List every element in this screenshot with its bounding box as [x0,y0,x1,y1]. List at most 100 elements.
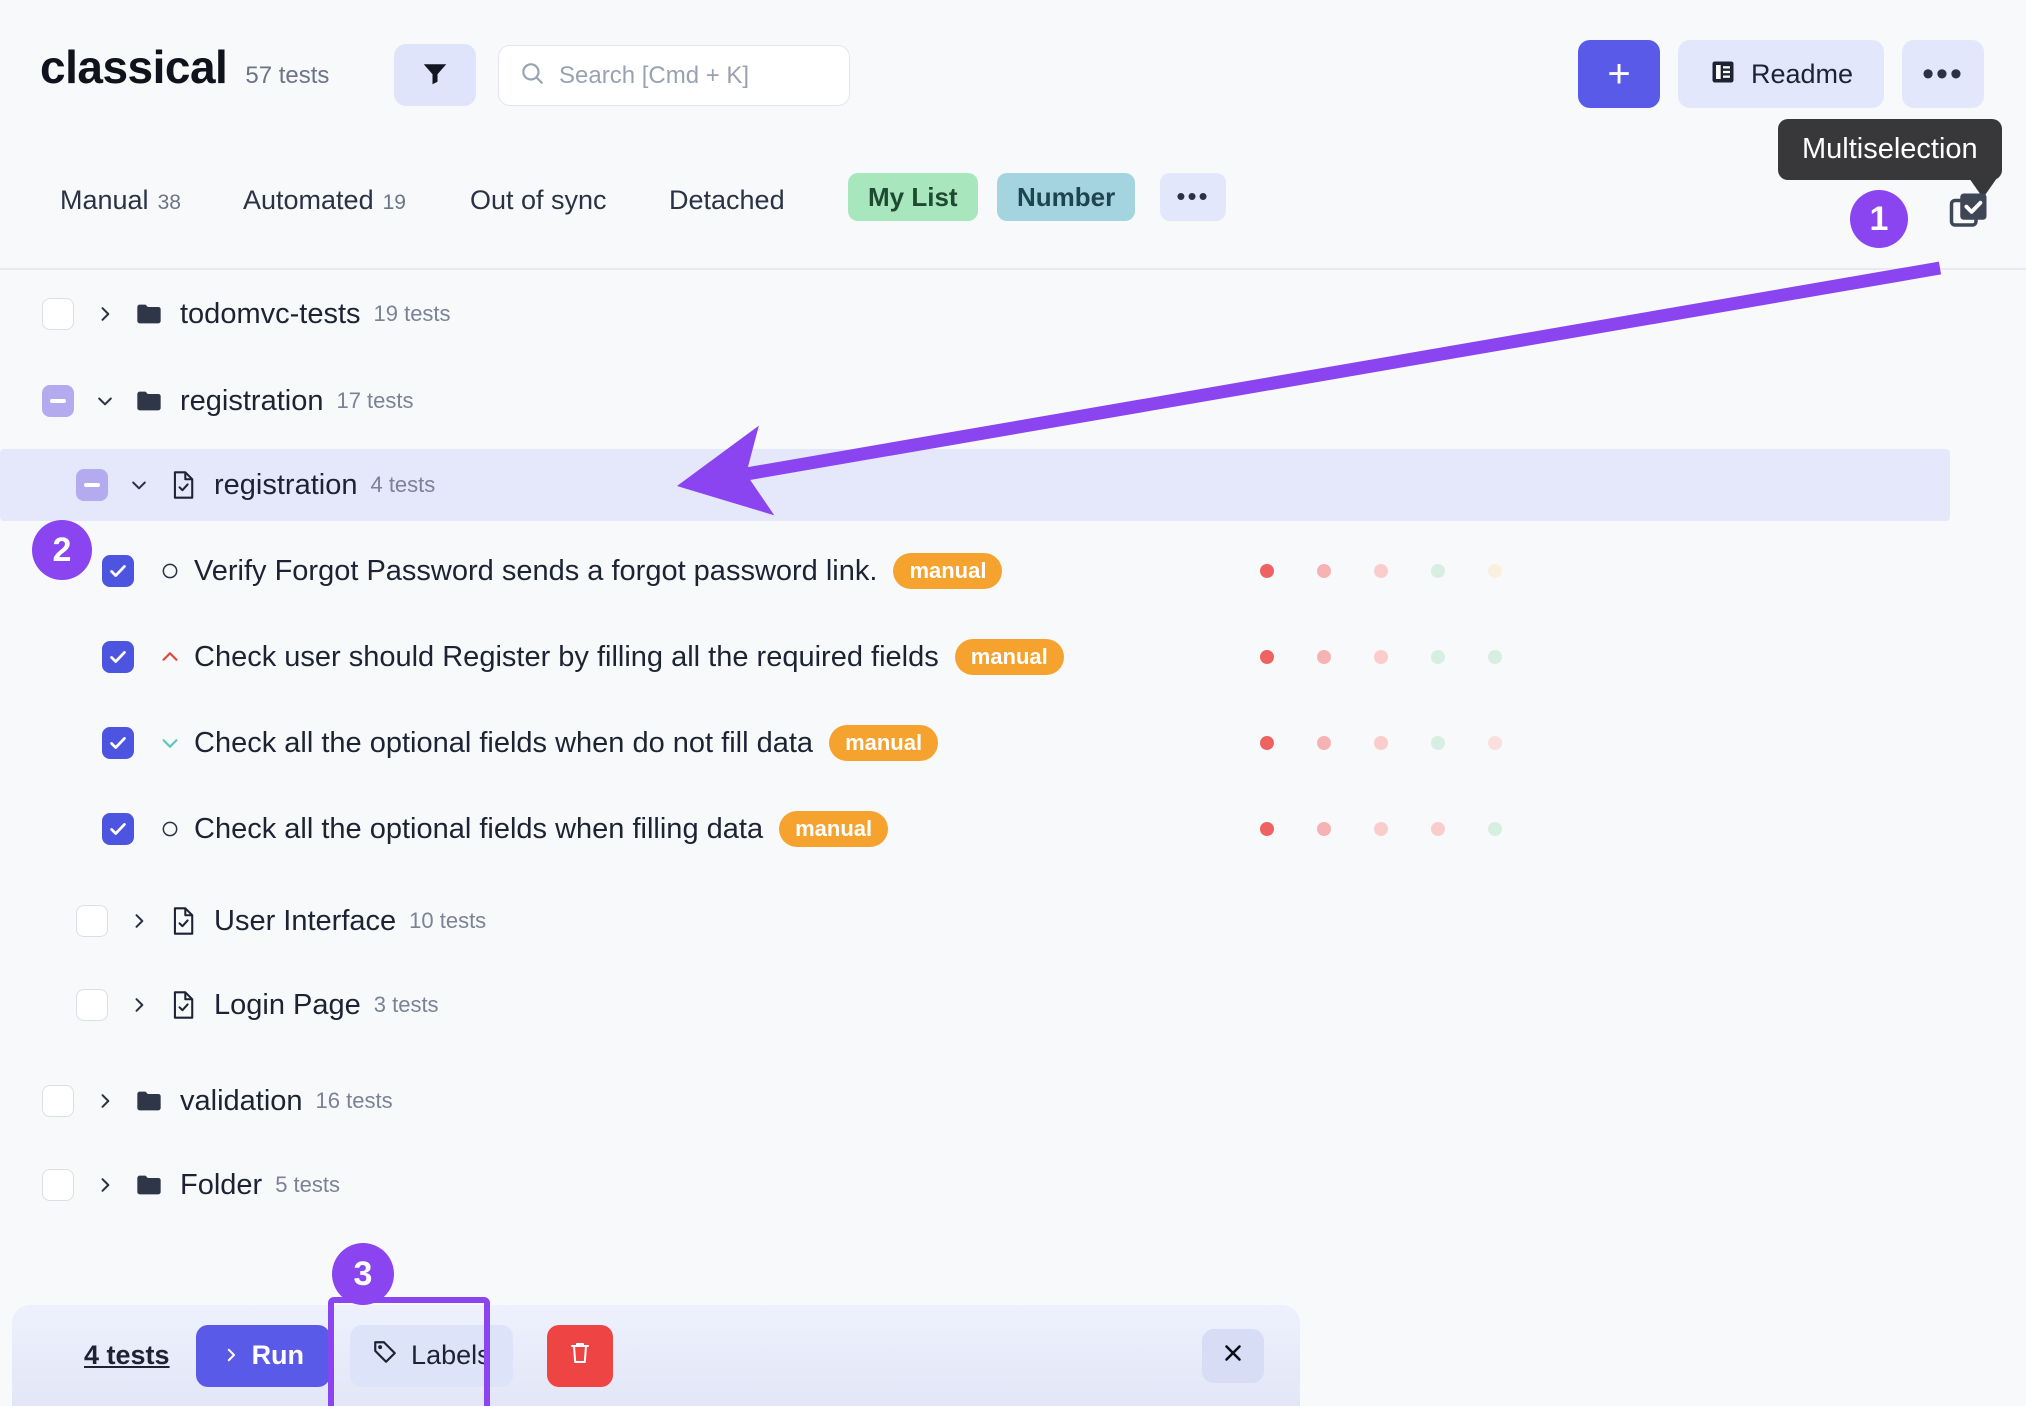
chevron-right-icon[interactable] [92,304,118,324]
chevron-down-icon[interactable] [126,475,152,495]
table-row[interactable]: Check all the optional fields when do no… [0,707,2026,779]
result-dot [1431,822,1445,836]
table-row[interactable]: validation 16 tests [0,1065,2026,1137]
tab-more-button[interactable]: ••• [1160,173,1226,221]
table-row-selected[interactable]: registration 4 tests [0,449,1950,521]
test-name: Verify Forgot Password sends a forgot pa… [194,554,878,587]
run-label: Run [251,1340,305,1370]
multiselection-toggle[interactable] [1948,190,1990,237]
file-check-icon [166,990,200,1020]
tab-manual-label: Manual [60,185,149,215]
result-dot [1317,736,1331,750]
node-name: User Interface [214,904,397,937]
filter-button[interactable] [394,44,476,106]
row-checkbox[interactable] [102,555,134,587]
test-name: Check all the optional fields when filli… [194,812,764,845]
table-row[interactable]: Check user should Register by filling al… [0,621,2026,693]
node-count: 16 tests [315,1088,393,1113]
node-name: Folder [180,1168,263,1201]
tab-manual-count: 38 [157,191,181,214]
table-row[interactable]: Folder 5 tests [0,1149,2026,1221]
row-checkbox[interactable] [42,1085,74,1117]
labels-button-wrap: Labels [328,1296,513,1406]
close-action-bar-button[interactable] [1202,1328,1264,1383]
result-dot [1488,650,1502,664]
ellipsis-icon: ••• [1176,181,1210,212]
result-dot [1374,822,1388,836]
tab-detached[interactable]: Detached [669,185,785,231]
annotation-step-1: 1 [1850,190,1908,248]
row-checkbox[interactable] [102,641,134,673]
result-dots [1260,822,1502,836]
result-dot [1260,736,1274,750]
table-row[interactable]: User Interface 10 tests [0,885,2026,957]
row-checkbox[interactable] [76,469,108,501]
test-name: Check all the optional fields when do no… [194,726,814,759]
annotation-step-2: 2 [32,520,92,580]
test-name: Check user should Register by filling al… [194,640,939,673]
tab-automated[interactable]: Automated 19 [243,185,406,231]
trash-icon [568,1340,592,1371]
add-button[interactable]: + [1578,40,1660,108]
chevron-down-icon[interactable] [92,391,118,411]
row-checkbox[interactable] [102,813,134,845]
tab-my-list-label: My List [868,181,958,212]
result-dots [1260,650,1502,664]
node-count: 4 tests [370,472,436,497]
status-badge: manual [829,725,939,761]
chevron-right-icon[interactable] [92,1175,118,1195]
priority-high-icon [156,646,184,668]
result-dots [1260,564,1502,578]
row-checkbox[interactable] [42,385,74,417]
selected-test-count[interactable]: 4 tests [84,1340,170,1371]
chevron-right-icon[interactable] [92,1091,118,1111]
tab-detached-label: Detached [669,185,785,215]
table-row[interactable]: Check all the optional fields when filli… [0,793,2026,865]
run-button[interactable]: Run [195,1324,331,1387]
chevron-right-icon[interactable] [126,995,152,1015]
tab-number[interactable]: Number [997,173,1136,221]
node-name: registration [180,384,324,417]
header-more-button[interactable]: ••• [1902,40,1984,108]
search-placeholder: Search [Cmd + K] [559,61,750,89]
chevron-right-icon[interactable] [126,911,152,931]
file-check-icon [166,470,200,500]
status-badge: manual [893,553,1003,589]
readme-label: Readme [1750,58,1854,89]
test-tree: todomvc-tests 19 tests registration 17 t… [0,278,2026,1221]
result-dots [1260,736,1502,750]
search-input[interactable]: Search [Cmd + K] [498,45,850,106]
row-checkbox[interactable] [42,1169,74,1201]
status-badge: manual [779,811,889,847]
folder-icon [132,1171,166,1199]
row-checkbox[interactable] [76,989,108,1021]
tab-out-of-sync[interactable]: Out of sync [470,185,607,231]
tab-automated-count: 19 [382,191,406,214]
result-dot [1431,650,1445,664]
tab-my-list[interactable]: My List [848,173,978,221]
row-checkbox[interactable] [102,727,134,759]
delete-button[interactable] [546,1324,613,1387]
priority-low-icon [156,732,184,754]
table-row[interactable]: Login Page 3 tests [0,969,2026,1041]
tab-number-label: Number [1017,181,1116,212]
result-dot [1260,822,1274,836]
priority-medium-icon [156,819,184,839]
table-row[interactable]: todomvc-tests 19 tests [0,278,2026,350]
row-checkbox[interactable] [42,298,74,330]
result-dot [1317,650,1331,664]
node-name: validation [180,1084,303,1117]
close-icon [1220,1340,1246,1371]
table-row[interactable]: registration 17 tests [0,365,2026,437]
selection-action-bar: 4 tests Run Labels [12,1296,1300,1406]
row-checkbox[interactable] [76,905,108,937]
readme-button[interactable]: Readme [1678,40,1884,108]
table-row[interactable]: Verify Forgot Password sends a forgot pa… [0,535,2026,607]
result-dot [1431,736,1445,750]
tab-automated-label: Automated [243,185,374,215]
tab-manual[interactable]: Manual 38 [60,185,181,231]
readme-icon [1709,58,1737,91]
total-test-count: 57 tests [245,62,330,89]
folder-icon [132,300,166,328]
result-dot [1260,650,1274,664]
